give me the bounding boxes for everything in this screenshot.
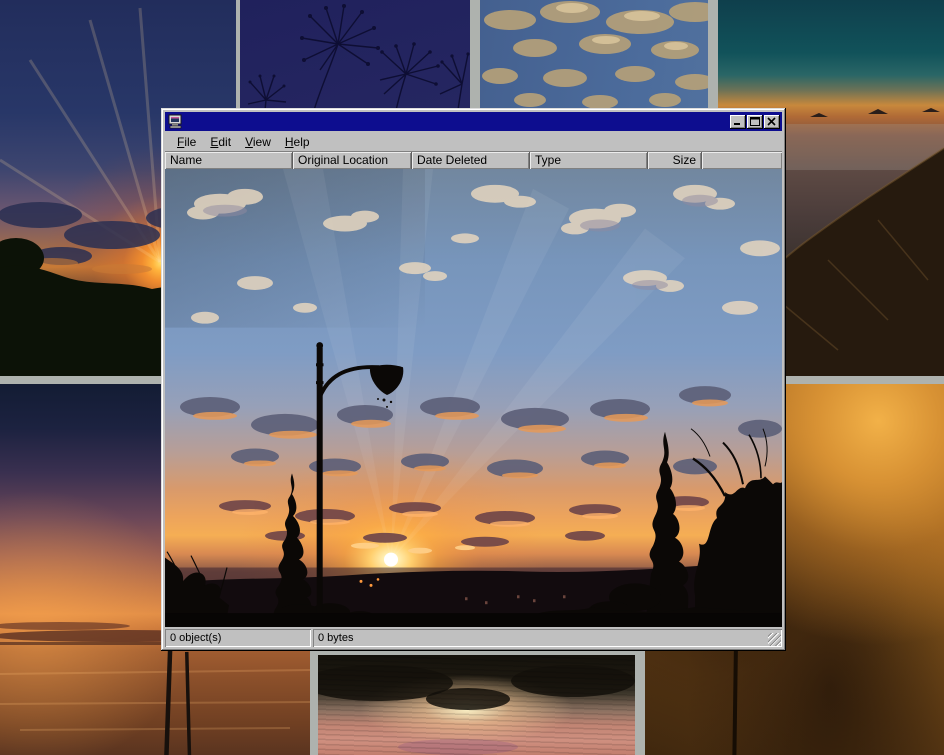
- computer-icon: [168, 114, 183, 129]
- column-header-date-deleted[interactable]: Date Deleted: [412, 152, 530, 169]
- wallpaper-tile-water-reflection: [318, 655, 635, 755]
- column-headers: Name Original Location Date Deleted Type…: [165, 152, 782, 169]
- minimize-button[interactable]: [730, 115, 746, 129]
- resize-grip[interactable]: [768, 633, 781, 646]
- maximize-button[interactable]: [747, 115, 763, 129]
- menu-edit[interactable]: Edit: [203, 133, 238, 151]
- minimize-icon: [733, 117, 743, 126]
- status-bar: 0 object(s) 0 bytes: [165, 629, 782, 647]
- menu-view[interactable]: View: [238, 133, 278, 151]
- column-header-spacer: [702, 152, 782, 169]
- water-ripples: [318, 655, 635, 755]
- status-objects: 0 object(s): [165, 629, 311, 647]
- street-lamp-sunset-photo: [165, 169, 782, 627]
- maximize-icon: [750, 117, 760, 126]
- titlebar[interactable]: [165, 112, 782, 131]
- menu-bar: File Edit View Help: [165, 132, 782, 152]
- desktop: File Edit View Help Name Original Locati…: [0, 0, 944, 755]
- close-icon: [767, 117, 777, 126]
- list-view-photo-area[interactable]: [165, 169, 782, 627]
- column-header-type[interactable]: Type: [530, 152, 648, 169]
- menu-file[interactable]: File: [170, 133, 203, 151]
- close-button[interactable]: [764, 115, 780, 129]
- status-bytes: 0 bytes: [313, 629, 782, 647]
- recycle-bin-window: File Edit View Help Name Original Locati…: [161, 108, 786, 651]
- column-header-name[interactable]: Name: [165, 152, 293, 169]
- menu-help[interactable]: Help: [278, 133, 317, 151]
- column-header-original-location[interactable]: Original Location: [293, 152, 412, 169]
- column-header-size[interactable]: Size: [648, 152, 702, 169]
